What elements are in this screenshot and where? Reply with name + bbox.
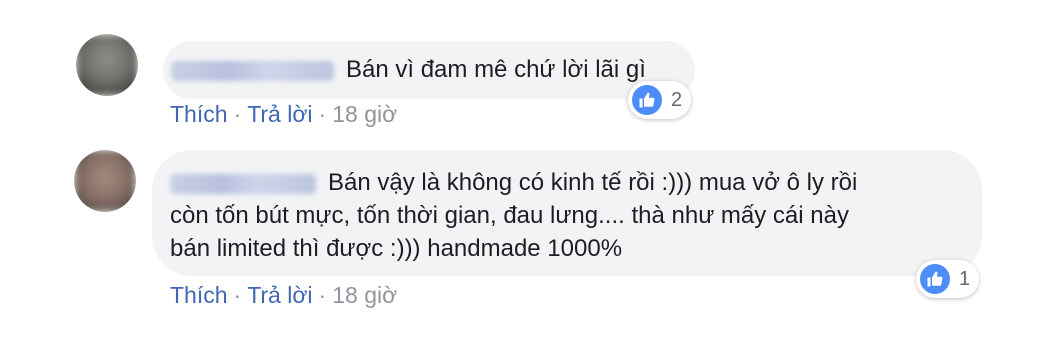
- like-link[interactable]: Thích: [170, 101, 228, 127]
- comment-actions: Thích · Trả lời · 18 giờ: [170, 101, 397, 128]
- reaction-summary[interactable]: 1: [916, 260, 980, 298]
- comment-bubble: Bán vậy là không có kinh tế rồi :))) mua…: [152, 150, 982, 276]
- like-icon: [920, 264, 950, 294]
- reply-link[interactable]: Trả lời: [247, 282, 312, 308]
- like-icon: [632, 85, 662, 115]
- comment-text-line-3: bán limited thì được :))) handmade 1000%: [170, 235, 623, 262]
- reply-link[interactable]: Trả lời: [247, 101, 312, 127]
- separator-dot: ·: [233, 101, 242, 127]
- blurred-author-name[interactable]: [170, 173, 316, 194]
- avatar[interactable]: [76, 34, 138, 96]
- timestamp[interactable]: 18 giờ: [332, 101, 397, 127]
- reaction-summary[interactable]: 2: [628, 81, 692, 119]
- comment-bubble: Bán vì đam mê chứ lời lãi gì: [163, 41, 695, 99]
- comment-text-line-2: còn tốn bút mực, tốn thời gian, đau lưng…: [170, 202, 849, 229]
- avatar[interactable]: [74, 150, 136, 212]
- blurred-author-name[interactable]: [171, 60, 334, 81]
- separator-dot: ·: [318, 282, 327, 308]
- separator-dot: ·: [318, 101, 327, 127]
- like-link[interactable]: Thích: [170, 282, 228, 308]
- timestamp[interactable]: 18 giờ: [332, 282, 397, 308]
- reaction-count: 2: [671, 88, 683, 111]
- comment-text: Bán vì đam mê chứ lời lãi gì: [346, 56, 646, 83]
- comment-text-line-1: Bán vậy là không có kinh tế rồi :))) mua…: [328, 169, 858, 196]
- comment-actions: Thích · Trả lời · 18 giờ: [170, 282, 397, 309]
- separator-dot: ·: [233, 282, 242, 308]
- reaction-count: 1: [959, 267, 971, 290]
